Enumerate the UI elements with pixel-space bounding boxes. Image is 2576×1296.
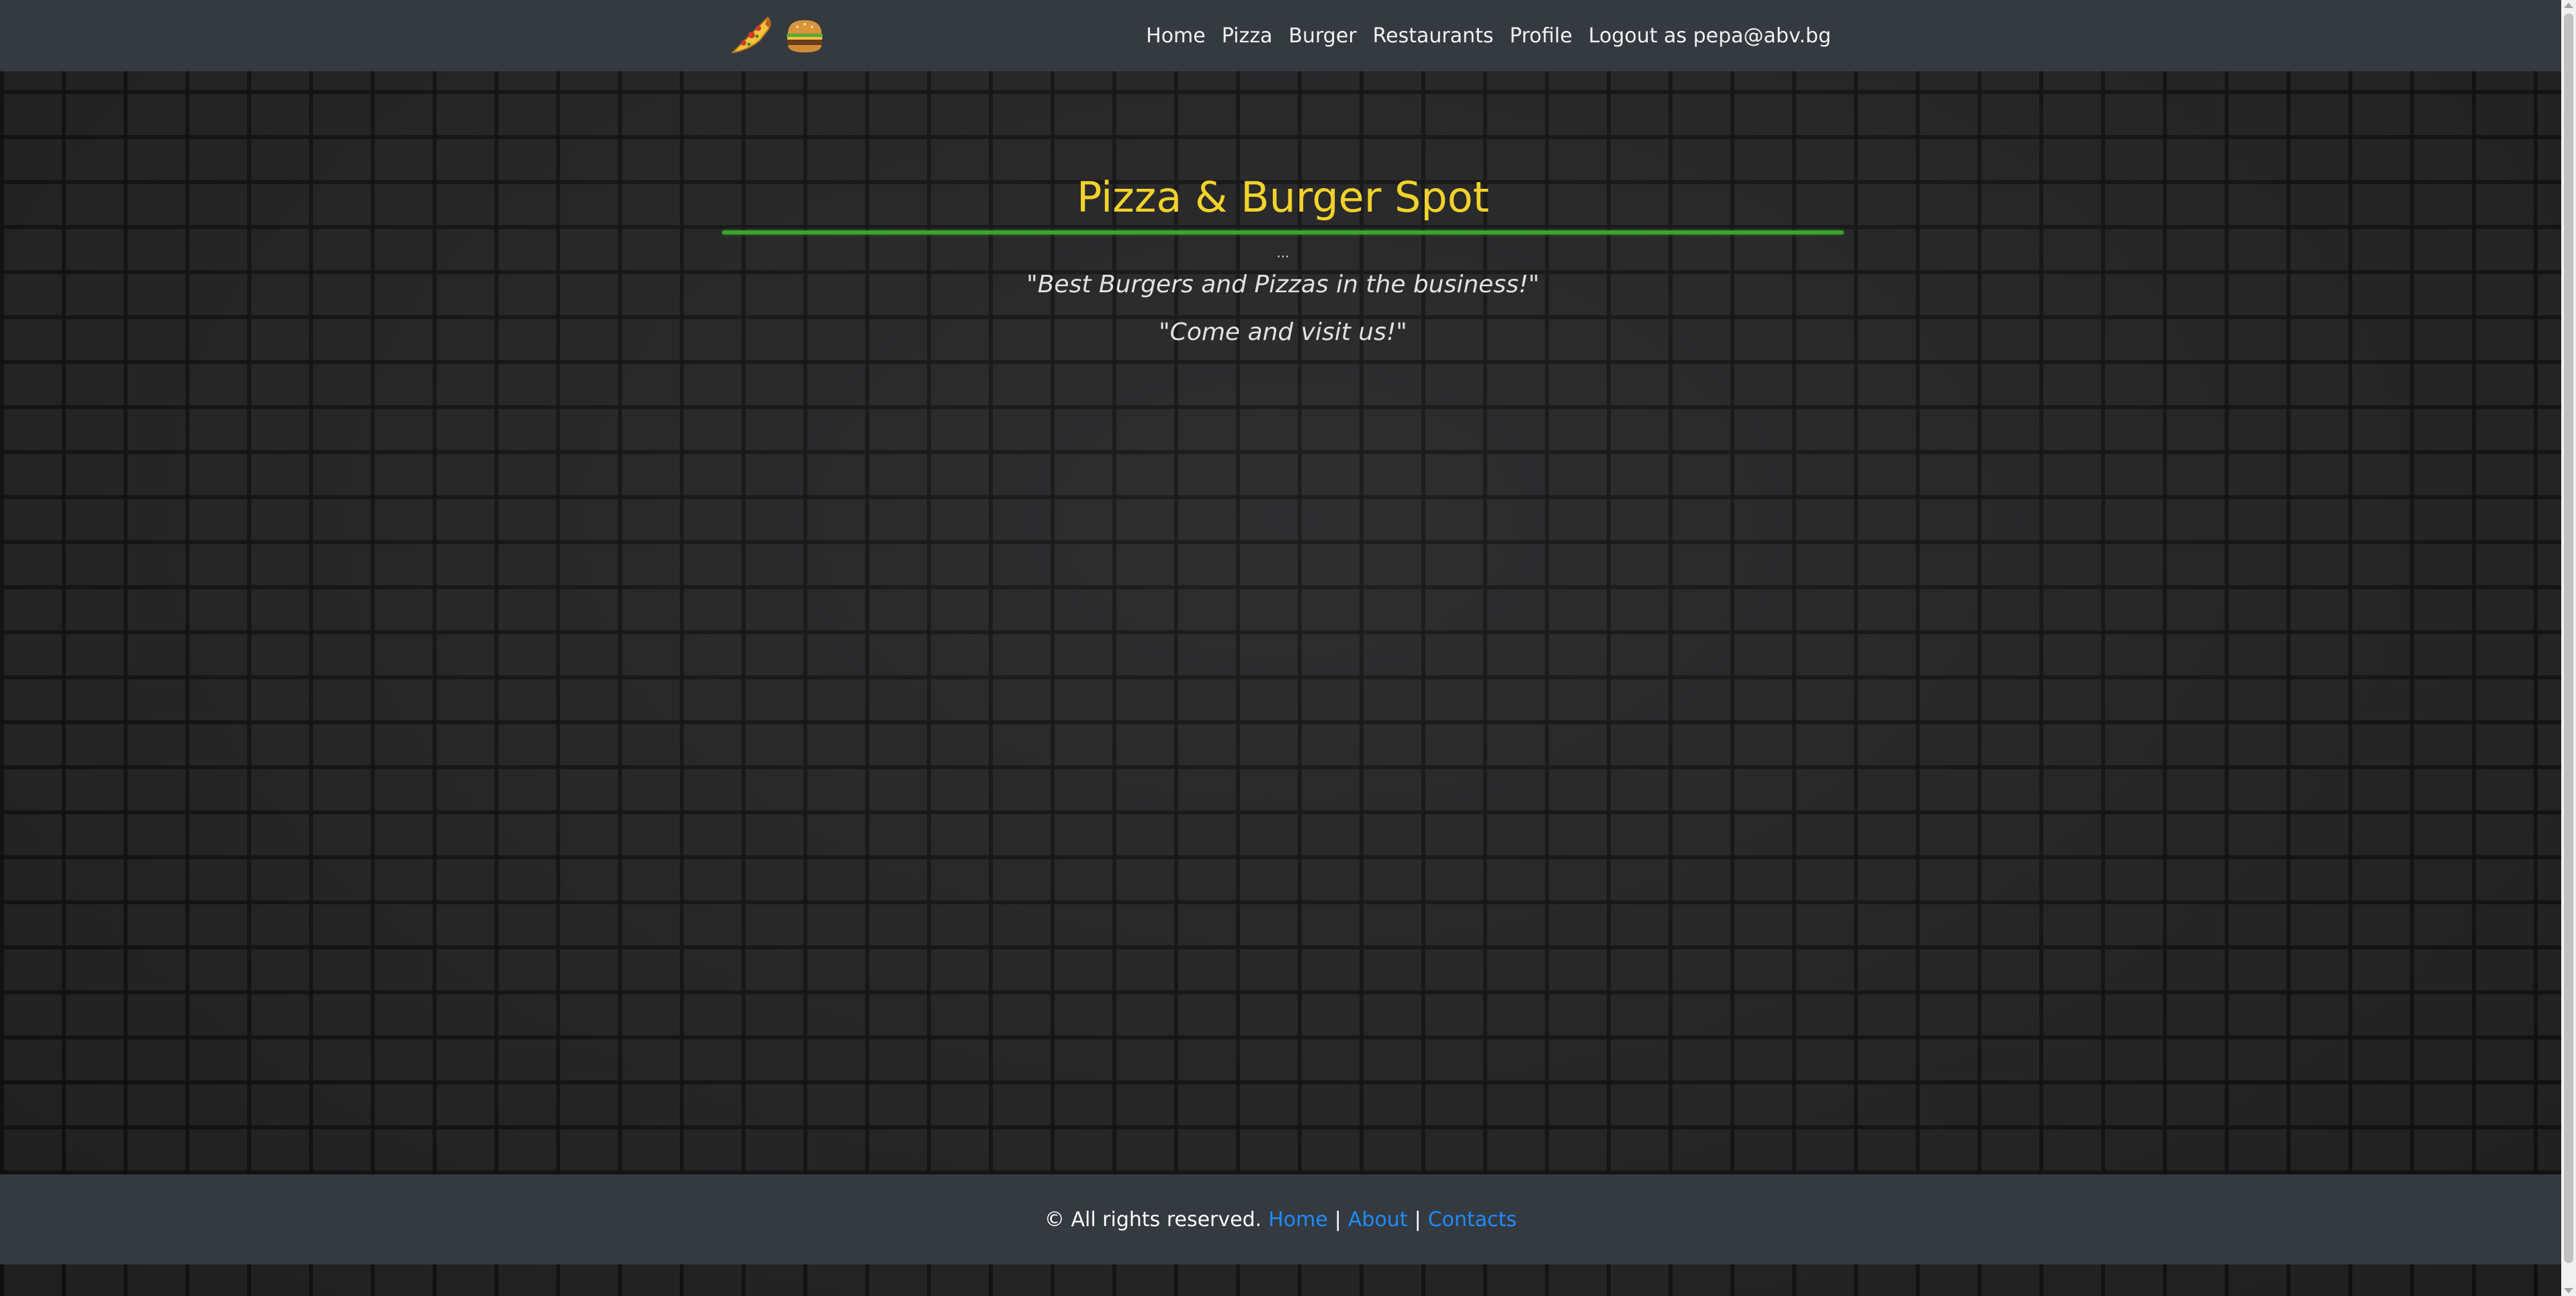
scroll-down-arrow-icon[interactable] xyxy=(2564,1288,2573,1293)
tagline-visit-us: "Come and visit us!" xyxy=(1159,318,1407,346)
nav-pizza-link[interactable]: Pizza xyxy=(1222,24,1273,48)
pizza-slice-icon[interactable] xyxy=(729,13,773,58)
nav-home-link[interactable]: Home xyxy=(1146,24,1206,48)
footer-separator: | xyxy=(1334,1207,1341,1232)
footer-contacts-link[interactable]: Contacts xyxy=(1428,1208,1517,1232)
vertical-scrollbar[interactable] xyxy=(2561,0,2576,1296)
nav-restaurants-link[interactable]: Restaurants xyxy=(1373,24,1494,48)
burger-icon[interactable] xyxy=(783,13,827,58)
page-title: Pizza & Burger Spot xyxy=(1077,173,1489,222)
nav-profile-link[interactable]: Profile xyxy=(1510,24,1572,48)
title-divider xyxy=(722,230,1844,234)
scroll-thumb[interactable] xyxy=(2564,13,2573,1263)
nav-links: Home Pizza Burger Restaurants Profile Lo… xyxy=(1146,0,1831,71)
tagline-best-burgers: "Best Burgers and Pizzas in the business… xyxy=(1026,271,1540,298)
nav-burger-link[interactable]: Burger xyxy=(1288,24,1356,48)
footer: © All rights reserved. Home | About | Co… xyxy=(0,1174,2561,1264)
copyright-text: © All rights reserved. xyxy=(1044,1207,1262,1232)
hero-section: Pizza & Burger Spot ... "Best Burgers an… xyxy=(722,168,1844,346)
footer-content: © All rights reserved. Home | About | Co… xyxy=(1045,1208,1517,1232)
footer-home-link[interactable]: Home xyxy=(1268,1208,1328,1232)
scroll-up-arrow-icon[interactable] xyxy=(2564,3,2573,8)
footer-about-link[interactable]: About xyxy=(1348,1208,1408,1232)
navbar: Home Pizza Burger Restaurants Profile Lo… xyxy=(0,0,2561,71)
nav-logout-link[interactable]: Logout as pepa@abv.bg xyxy=(1589,24,1831,48)
ellipsis-text: ... xyxy=(1276,245,1290,261)
footer-separator: | xyxy=(1414,1207,1421,1232)
